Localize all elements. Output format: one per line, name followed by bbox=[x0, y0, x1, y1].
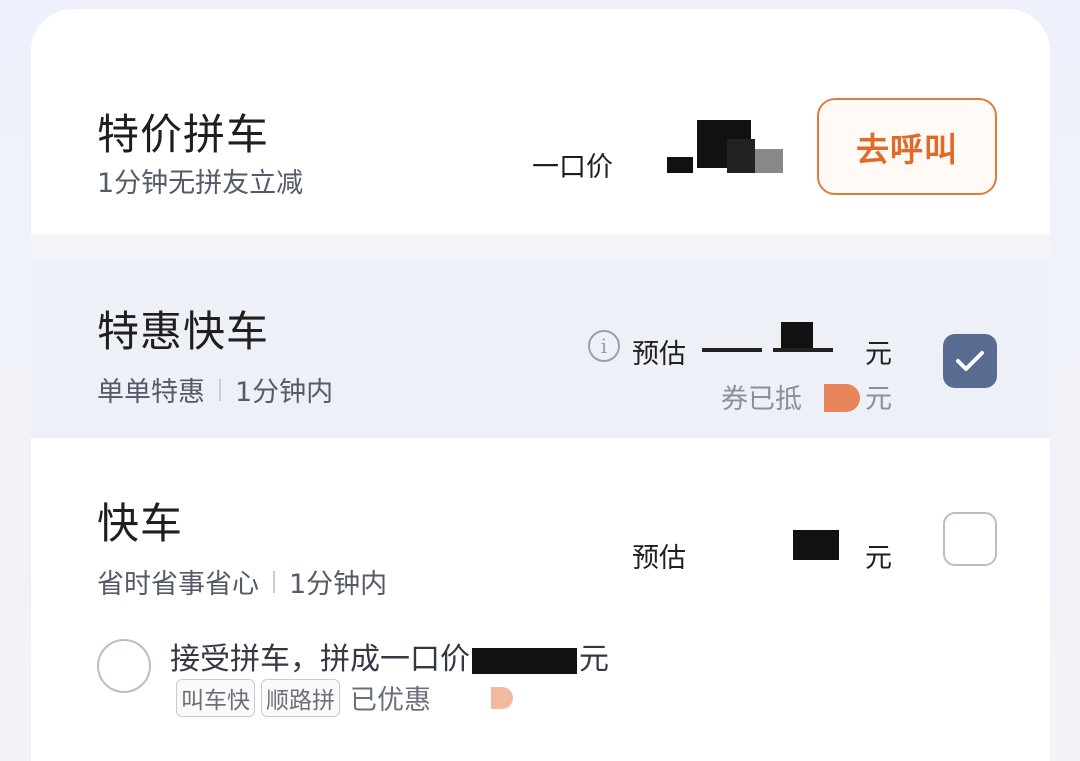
redacted-price bbox=[702, 348, 762, 352]
redacted-price-3 bbox=[773, 348, 833, 352]
redacted-price bbox=[472, 647, 577, 674]
ride-tag: 省时省事省心 bbox=[97, 569, 259, 600]
redacted-price bbox=[667, 157, 693, 173]
call-button[interactable]: 去呼叫 bbox=[817, 98, 997, 195]
accept-pool-radio[interactable] bbox=[97, 639, 151, 693]
info-icon[interactable]: i bbox=[588, 330, 620, 362]
pool-tags: 叫车快 顺路拼 已优惠 bbox=[176, 678, 513, 717]
coupon-yuan: 元 bbox=[865, 384, 892, 415]
ride-option-pinche[interactable]: 特价拼车 1分钟无拼友立减 一口价 去呼叫 bbox=[31, 9, 1050, 234]
redacted-price-4 bbox=[755, 149, 783, 173]
redacted-discount bbox=[491, 686, 513, 709]
section-divider bbox=[31, 234, 1050, 260]
redacted-price-3 bbox=[727, 139, 755, 173]
yuan-unit: 元 bbox=[865, 339, 892, 370]
redacted-price bbox=[793, 530, 839, 560]
fixed-price-label: 一口价 bbox=[532, 152, 613, 183]
yuan-unit: 元 bbox=[865, 543, 892, 574]
redacted-coupon-amount bbox=[824, 384, 860, 412]
ride-title: 特惠快车 bbox=[97, 307, 270, 356]
ride-title: 特价拼车 bbox=[97, 110, 270, 159]
estimate-label: 预估 bbox=[632, 543, 686, 574]
ride-option-kuaiche[interactable]: 快车 省时省事省心 1分钟内 预估 元 接受拼车，拼成一口价 元 叫车快 顺路拼 … bbox=[31, 438, 1050, 761]
ride-options-card: 特价拼车 1分钟无拼友立减 一口价 去呼叫 特惠快车 单单特惠 1分钟内 i 预… bbox=[31, 9, 1050, 761]
pool-tag: 顺路拼 bbox=[261, 678, 340, 717]
ride-tag: 单单特惠 bbox=[97, 377, 205, 408]
tag-separator bbox=[219, 378, 221, 401]
ride-tag: 1分钟内 bbox=[289, 569, 388, 600]
select-checkbox[interactable] bbox=[943, 334, 997, 388]
checkmark-icon bbox=[956, 351, 984, 371]
ride-tags: 省时省事省心 1分钟内 bbox=[97, 562, 387, 601]
ride-option-tehui[interactable]: 特惠快车 单单特惠 1分钟内 i 预估 元 券已抵 元 bbox=[31, 260, 1050, 438]
estimate-label: 预估 bbox=[632, 339, 686, 370]
yuan-unit: 元 bbox=[579, 642, 609, 677]
coupon-label: 券已抵 bbox=[721, 384, 802, 415]
ride-title: 快车 bbox=[97, 499, 184, 548]
redacted-price-2 bbox=[781, 322, 813, 350]
pool-text: 接受拼车，拼成一口价 bbox=[170, 642, 470, 677]
ride-tag: 1分钟内 bbox=[235, 377, 334, 408]
ride-tags: 单单特惠 1分钟内 bbox=[97, 370, 333, 409]
tag-separator bbox=[273, 570, 275, 593]
ride-subtitle: 1分钟无拼友立减 bbox=[97, 168, 304, 199]
accept-pool-label[interactable]: 接受拼车，拼成一口价 元 bbox=[170, 634, 609, 678]
select-checkbox[interactable] bbox=[943, 512, 997, 566]
discount-label: 已优惠 bbox=[350, 685, 431, 716]
pool-tag: 叫车快 bbox=[176, 678, 255, 717]
